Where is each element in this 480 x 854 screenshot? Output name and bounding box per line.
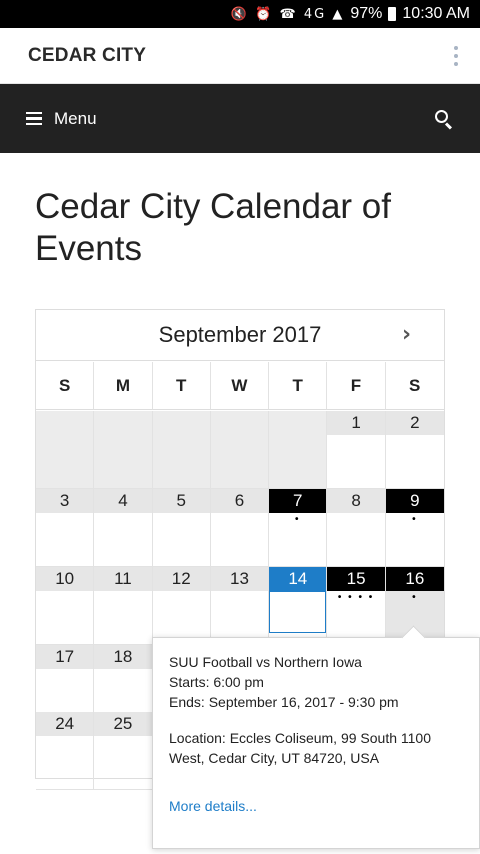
event-popup: SUU Football vs Northern Iowa Starts: 6:… bbox=[152, 637, 480, 849]
calendar-week: 12 bbox=[36, 411, 444, 489]
today-highlight bbox=[269, 591, 327, 633]
day-number: 24 bbox=[36, 712, 94, 736]
calendar-day-empty bbox=[36, 411, 95, 489]
day-number: 13 bbox=[210, 567, 269, 591]
month-label: September 2017 bbox=[158, 322, 322, 347]
day-number: 5 bbox=[152, 489, 210, 513]
calendar-day[interactable]: 10 bbox=[36, 567, 95, 645]
calendar-week: 3 4 5 6 7 • 8 9 • bbox=[36, 489, 444, 567]
day-number: 17 bbox=[36, 645, 94, 669]
calendar-day-empty bbox=[152, 411, 211, 489]
calendar-day[interactable]: 3 bbox=[36, 489, 95, 567]
event-location-cont: West, Cedar City, UT 84720, USA bbox=[169, 750, 380, 766]
day-number: 14 bbox=[269, 567, 327, 591]
calendar-day[interactable]: 15 • • • • bbox=[327, 567, 386, 645]
menu-button[interactable]: Menu bbox=[26, 109, 97, 129]
day-number: 18 bbox=[94, 645, 152, 669]
calendar-header: September 2017 › bbox=[36, 310, 444, 361]
calendar-day[interactable]: 13 bbox=[210, 567, 270, 645]
calendar-day[interactable]: 5 bbox=[152, 489, 211, 567]
day-number: 2 bbox=[385, 411, 444, 435]
day-number: 16 bbox=[385, 567, 444, 591]
status-bar: 🔇 ⏰ ☎ 4G ▲ 97% 10:30 AM bbox=[0, 0, 480, 28]
weekday-label: F bbox=[327, 362, 386, 410]
event-title: SUU Football vs Northern Iowa bbox=[169, 654, 362, 670]
weekday-label: W bbox=[210, 362, 270, 410]
day-number: 11 bbox=[94, 567, 152, 591]
day-number: 4 bbox=[94, 489, 152, 513]
menu-label: Menu bbox=[54, 108, 97, 128]
event-dots: • bbox=[295, 514, 301, 525]
weekday-label: T bbox=[269, 362, 328, 410]
calendar-day[interactable]: 2 bbox=[385, 411, 444, 489]
event-dots: • bbox=[412, 592, 418, 603]
calendar-day[interactable]: 7 • bbox=[269, 489, 328, 567]
weekday-label: T bbox=[152, 362, 211, 410]
calendar-day[interactable]: 4 bbox=[94, 489, 153, 567]
event-end: Ends: September 16, 2017 - 9:30 pm bbox=[169, 694, 399, 710]
nav-bar: Menu bbox=[0, 84, 480, 153]
battery-level: 97% bbox=[350, 5, 383, 22]
day-number: 6 bbox=[210, 489, 269, 513]
day-number: 3 bbox=[36, 489, 94, 513]
day-number: 8 bbox=[327, 489, 385, 513]
calendar-day[interactable]: 6 bbox=[210, 489, 270, 567]
day-number: 12 bbox=[152, 567, 210, 591]
calendar-day-empty bbox=[269, 411, 328, 489]
calendar-day[interactable]: 1 bbox=[327, 411, 386, 489]
day-number: 1 bbox=[327, 411, 385, 435]
battery-icon bbox=[388, 7, 397, 21]
next-month-icon[interactable]: › bbox=[402, 324, 422, 346]
page-title: Cedar City Calendar of Events bbox=[35, 187, 391, 268]
status-time: 10:30 AM bbox=[402, 5, 470, 22]
day-number: 9 bbox=[385, 489, 444, 513]
more-options-icon[interactable] bbox=[454, 45, 458, 66]
status-icons: 🔇 ⏰ ☎ 4G ▲ bbox=[230, 6, 345, 22]
event-start: Starts: 6:00 pm bbox=[169, 674, 264, 690]
day-number: 7 bbox=[269, 489, 327, 513]
more-details-link[interactable]: More details... bbox=[169, 798, 257, 814]
site-title[interactable]: CEDAR CITY bbox=[28, 45, 146, 67]
calendar-day-empty bbox=[94, 411, 153, 489]
event-dots: • • • • bbox=[337, 592, 375, 603]
site-header: CEDAR CITY bbox=[0, 28, 480, 84]
day-number: 15 bbox=[327, 567, 385, 591]
day-number: 10 bbox=[36, 567, 94, 591]
weekday-label: M bbox=[94, 362, 153, 410]
calendar-day-empty bbox=[210, 411, 270, 489]
calendar-day[interactable]: 14 bbox=[269, 567, 328, 645]
weekday-label: S bbox=[385, 362, 444, 410]
calendar-day[interactable]: 8 bbox=[327, 489, 386, 567]
event-location: Location: Eccles Coliseum, 99 South 1100 bbox=[169, 730, 432, 746]
event-dots: • bbox=[412, 514, 418, 525]
hamburger-icon bbox=[26, 111, 42, 126]
search-icon[interactable] bbox=[434, 109, 454, 130]
day-number: 25 bbox=[94, 712, 152, 736]
calendar-day[interactable]: 24 bbox=[36, 712, 95, 790]
weekday-label: S bbox=[36, 362, 95, 410]
calendar-day[interactable]: 25 bbox=[94, 712, 153, 790]
calendar-day[interactable]: 9 • bbox=[385, 489, 444, 567]
calendar-week: 10 11 12 13 14 15 • • • • 16 • bbox=[36, 567, 444, 645]
calendar-day[interactable]: 11 bbox=[94, 567, 153, 645]
calendar-day[interactable]: 12 bbox=[152, 567, 211, 645]
weekday-row: S M T W T F S bbox=[36, 362, 444, 410]
